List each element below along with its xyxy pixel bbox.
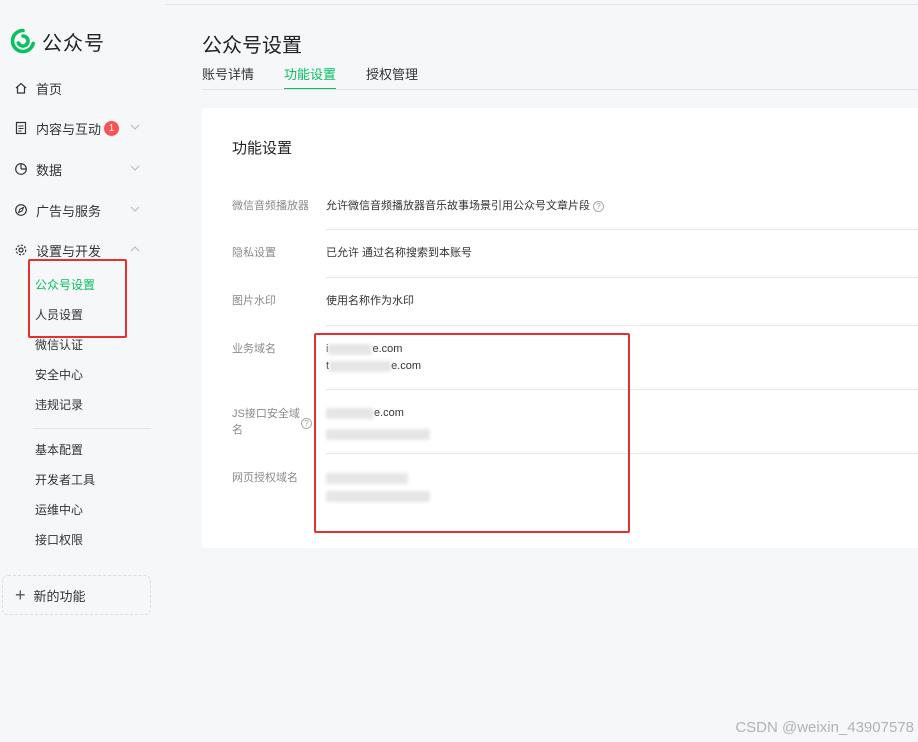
tab-account-details[interactable]: 账号详情 bbox=[202, 66, 254, 90]
sidebar-sub-item-ops-center[interactable]: 运维中心 bbox=[35, 501, 83, 519]
plus-icon: + bbox=[15, 585, 26, 605]
setting-label-oauth-domain: 网页授权域名 bbox=[232, 472, 298, 484]
label-line: JS接口安全域 bbox=[232, 408, 300, 420]
sidebar-sub-item-security-center[interactable]: 安全中心 bbox=[35, 366, 83, 384]
pie-chart-icon bbox=[15, 163, 27, 175]
feature-settings-card: 功能设置 微信音频播放器 允许微信音频播放器音乐故事场景引用公众号文章片段? 隐… bbox=[202, 108, 918, 548]
gear-icon bbox=[15, 244, 27, 256]
csdn-watermark: CSDN @weixin_43907578 bbox=[735, 719, 914, 736]
sidebar-item-ads[interactable]: 广告与服务 bbox=[14, 198, 154, 222]
setting-label-business-domain: 业务域名 bbox=[232, 343, 276, 355]
row-divider bbox=[326, 277, 918, 278]
app-name: 公众号 bbox=[42, 32, 105, 55]
card-title: 功能设置 bbox=[232, 140, 293, 157]
setting-value-privacy: 已允许 通过名称搜索到本账号 bbox=[326, 247, 473, 259]
sidebar: 公众号 首页 内容与互动 1 数据 广告与服务 设置与开发 公众号设置 人员设置… bbox=[0, 0, 165, 742]
chevron-up-icon bbox=[130, 246, 140, 252]
sidebar-sub-item-verification[interactable]: 微信认证 bbox=[35, 336, 83, 354]
tab-bar: 账号详情 功能设置 授权管理 bbox=[202, 66, 448, 90]
setting-label-image-watermark: 图片水印 bbox=[232, 295, 276, 307]
setting-label-js-domain: JS接口安全域 名 bbox=[232, 406, 300, 438]
label-line: 名 bbox=[232, 424, 243, 436]
page-title: 公众号设置 bbox=[202, 35, 302, 57]
sidebar-item-label: 广告与服务 bbox=[36, 203, 102, 219]
notification-badge: 1 bbox=[104, 120, 120, 136]
sidebar-item-label: 数据 bbox=[36, 162, 63, 178]
new-feature-button[interactable]: + 新的功能 bbox=[2, 575, 151, 615]
setting-label-audio-player: 微信音频播放器 bbox=[232, 200, 309, 212]
document-icon bbox=[15, 121, 27, 135]
new-feature-label: 新的功能 bbox=[33, 588, 86, 604]
home-icon bbox=[15, 82, 27, 94]
top-border bbox=[165, 4, 918, 5]
tab-authorization-management[interactable]: 授权管理 bbox=[366, 66, 418, 90]
sidebar-item-home[interactable]: 首页 bbox=[14, 76, 154, 100]
chevron-down-icon bbox=[130, 165, 140, 171]
sidebar-item-data[interactable]: 数据 bbox=[14, 157, 154, 181]
sidebar-item-label: 设置与开发 bbox=[36, 243, 102, 259]
setting-label-privacy: 隐私设置 bbox=[232, 247, 276, 259]
row-divider bbox=[326, 229, 918, 230]
sidebar-sub-item-developer-tools[interactable]: 开发者工具 bbox=[35, 471, 95, 489]
wechat-official-account-logo-icon bbox=[10, 28, 35, 54]
app-logo[interactable]: 公众号 bbox=[10, 28, 105, 55]
sidebar-item-label: 内容与互动 bbox=[36, 121, 102, 137]
annotation-highlight-box bbox=[314, 333, 630, 533]
sidebar-divider bbox=[33, 428, 151, 429]
setting-value-text: 允许微信音频播放器音乐故事场景引用公众号文章片段 bbox=[326, 200, 590, 212]
tab-feature-settings[interactable]: 功能设置 bbox=[284, 66, 337, 90]
row-divider bbox=[326, 325, 918, 326]
tab-bar-divider bbox=[202, 89, 918, 90]
setting-value-audio-player: 允许微信音频播放器音乐故事场景引用公众号文章片段? bbox=[326, 198, 604, 214]
sidebar-sub-item-api-permissions[interactable]: 接口权限 bbox=[35, 531, 83, 549]
chevron-down-icon bbox=[130, 124, 140, 130]
help-icon[interactable]: ? bbox=[301, 418, 312, 429]
sidebar-sub-item-basic-config[interactable]: 基本配置 bbox=[35, 441, 83, 459]
setting-value-image-watermark: 使用名称作为水印 bbox=[326, 295, 414, 307]
sidebar-sub-item-violation-records[interactable]: 违规记录 bbox=[35, 396, 83, 414]
sidebar-item-label: 首页 bbox=[36, 81, 63, 97]
annotation-highlight-box bbox=[28, 259, 127, 338]
compass-icon bbox=[15, 204, 27, 216]
chevron-down-icon bbox=[130, 206, 140, 212]
help-icon[interactable]: ? bbox=[593, 200, 604, 212]
sidebar-item-content[interactable]: 内容与互动 1 bbox=[14, 116, 154, 140]
